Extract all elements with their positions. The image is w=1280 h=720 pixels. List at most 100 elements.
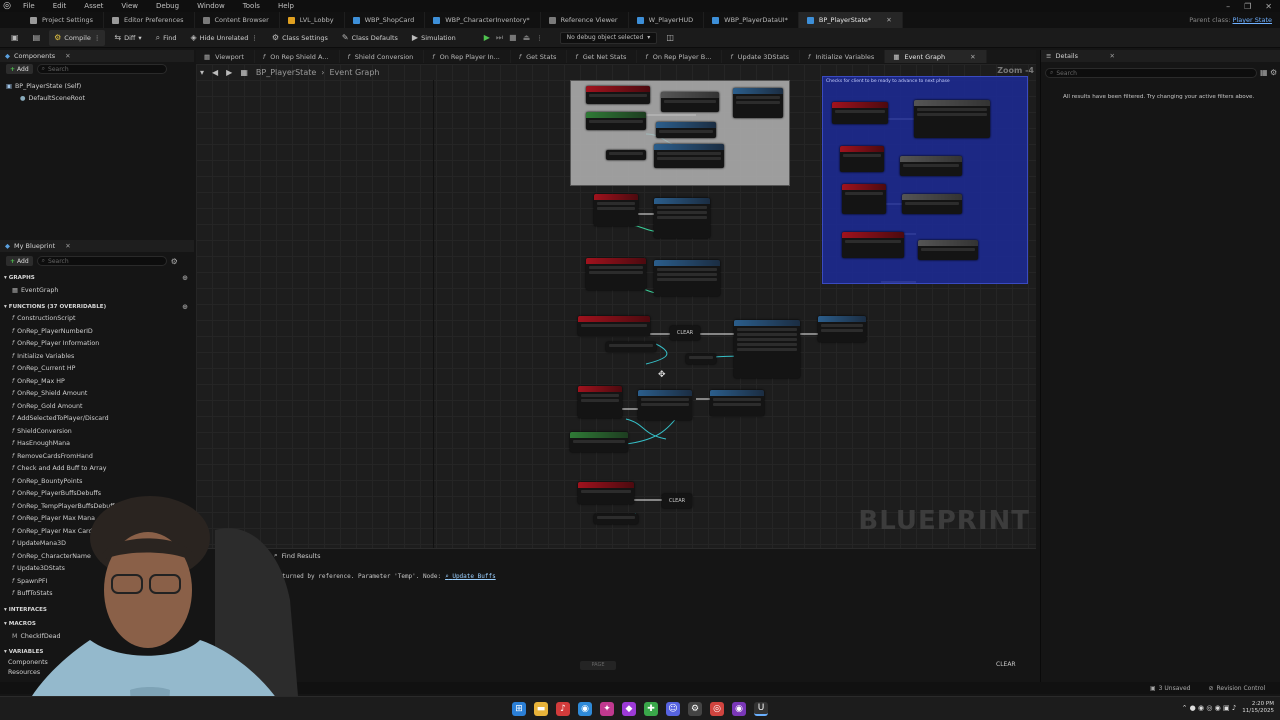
graph-item-eventgraph[interactable]: ▦ EventGraph (12, 287, 58, 294)
revision-control-button[interactable]: ⊘ Revision Control (1208, 685, 1265, 692)
node-clear-array-2[interactable]: CLEAR (662, 494, 692, 508)
node-reset-slot-playable[interactable] (654, 144, 724, 168)
app-icon[interactable]: ♪ (556, 701, 570, 716)
tab-on-rep-player-buffs[interactable]: f On Rep Player B... (637, 50, 723, 63)
debug-filter-button[interactable]: ◫ (661, 30, 679, 46)
unreal-editor-taskbar-icon[interactable]: U (754, 701, 768, 716)
minimize-button[interactable]: – (1226, 2, 1230, 11)
node-event-client-is-ready[interactable] (832, 102, 888, 124)
menu-view[interactable]: View (112, 2, 147, 10)
node-event-remote-client[interactable] (842, 232, 904, 258)
app-icon[interactable]: ⚙ (688, 701, 702, 716)
windows-start-icon[interactable]: ⊞ (512, 701, 526, 716)
add-component-button[interactable]: + Add (6, 64, 33, 74)
node-cast[interactable] (656, 122, 716, 138)
node-update-variables[interactable] (818, 316, 866, 342)
tab-shield-conversion[interactable]: f Shield Conversion (340, 50, 425, 63)
node-set-client-ready[interactable] (914, 100, 990, 138)
tab-viewport[interactable]: ▦ Viewport (196, 50, 255, 63)
stop-icon[interactable]: ■ (509, 33, 517, 42)
tab-update-3dstats[interactable]: f Update 3DStats (722, 50, 801, 63)
debug-object-dropdown[interactable]: No debug object selected ▾ (559, 31, 658, 44)
menu-asset[interactable]: Asset (75, 2, 112, 10)
my-blueprint-search-input[interactable]: ⌕ Search (36, 256, 167, 266)
class-settings-button[interactable]: ⚙ Class Settings (267, 30, 333, 46)
node-temp-buffs-ref[interactable] (686, 354, 716, 364)
menu-tools[interactable]: Tools (234, 2, 269, 10)
tab-event-graph[interactable]: ▦ Event Graph ✕ (885, 50, 987, 63)
menu-window[interactable]: Window (188, 2, 234, 10)
node-event-ready-bounty[interactable] (842, 184, 886, 214)
node-remove-cards-from-hand[interactable] (654, 198, 710, 238)
unreal-logo-icon[interactable]: ◎ (0, 0, 14, 12)
function-item[interactable]: f Initialize Variables (12, 353, 74, 360)
tab-w-playerhud[interactable]: W_PlayerHUD (629, 12, 705, 28)
function-item[interactable]: f ShieldConversion (12, 428, 72, 435)
node-event-is-ready[interactable] (840, 146, 884, 172)
play-icon[interactable]: ▶ (484, 33, 490, 42)
node-get-temp-buffs[interactable] (606, 342, 656, 352)
tab-wbp-playerdataui[interactable]: WBP_PlayerDataUI* (704, 12, 799, 28)
close-tab-icon[interactable]: ✕ (886, 16, 891, 24)
components-search-input[interactable]: ⌕ Search (36, 64, 167, 74)
page-button[interactable]: PAGE (580, 661, 616, 670)
class-defaults-button[interactable]: ✎ Class Defaults (337, 30, 403, 46)
tab-project-settings[interactable]: Project Settings (0, 12, 104, 28)
function-item[interactable]: f OnRep_Shield Amount (12, 390, 87, 397)
browser-icon[interactable]: ◉ (578, 701, 592, 716)
tab-bp-playerstate[interactable]: BP_PlayerState* ✕ (798, 12, 903, 28)
node-set-members[interactable] (734, 320, 800, 378)
menu-debug[interactable]: Debug (147, 2, 188, 10)
function-item[interactable]: f OnRep_Max HP (12, 378, 65, 385)
node-get-card-widget[interactable] (570, 432, 628, 452)
browse-button[interactable]: ▤ (28, 30, 46, 46)
property-matrix-icon[interactable]: ▦ (1260, 68, 1268, 77)
simulation-button[interactable]: ▶ Simulation (407, 30, 461, 46)
node-get-local-player[interactable] (586, 112, 646, 130)
function-item[interactable]: f OnRep_Player Information (12, 340, 99, 347)
tab-wbp-shopcard[interactable]: WBP_ShopCard (345, 12, 426, 28)
eject-icon[interactable]: ⏏ (523, 33, 531, 42)
graphs-section-header[interactable]: ▾ GRAPHS ⊕ (4, 273, 188, 283)
hide-unrelated-button[interactable]: ◈ Hide Unrelated ⋮ (185, 30, 262, 46)
node-reroute[interactable] (606, 150, 646, 160)
function-item[interactable]: f ConstructionScript (12, 315, 75, 322)
clock[interactable]: 2:20 PM 11/15/2025 (1242, 701, 1274, 715)
node-update-selected-cards[interactable] (638, 390, 692, 420)
diff-button[interactable]: ⇆ Diff ▾ (109, 30, 146, 46)
node-event-clear-played-cards[interactable] (578, 482, 634, 504)
find-results-link[interactable]: ⌕ Update Buffs (445, 573, 496, 580)
maximize-button[interactable]: ❐ (1244, 2, 1251, 11)
node-set-ready-for-bounty[interactable] (902, 194, 962, 214)
node-set-ready-for-combat[interactable] (900, 156, 962, 176)
tab-get-stats[interactable]: f Get Stats (511, 50, 568, 63)
add-member-button[interactable]: + Add (6, 256, 33, 266)
app-icon[interactable]: ◉ (732, 701, 746, 716)
node-get-player[interactable] (661, 92, 719, 112)
close-panel-icon[interactable]: ✕ (65, 52, 70, 60)
app-icon[interactable]: ☺ (666, 701, 680, 716)
functions-section-header[interactable]: ▾ FUNCTIONS (37 OVERRIDABLE) ⊕ (4, 302, 188, 312)
tray-icons[interactable]: ⌃ ● ◉ ◎ ◉ ▣ ♪ (1182, 704, 1237, 712)
function-item[interactable]: f HasEnoughMana (12, 440, 70, 447)
node-set-ready-for-next[interactable] (918, 240, 978, 260)
more-icon[interactable]: ⋮ (251, 34, 258, 42)
node-event-remove-cards[interactable] (594, 194, 638, 226)
tab-lvl-lobby[interactable]: LVL_Lobby (280, 12, 345, 28)
menu-help[interactable]: Help (269, 2, 303, 10)
skip-icon[interactable]: ⏭ (496, 33, 503, 43)
menu-file[interactable]: File (14, 2, 44, 10)
function-item[interactable]: f AddSelectedToPlayer/Discard (12, 415, 109, 422)
add-graph-icon[interactable]: ⊕ (182, 274, 188, 282)
tab-initialize-variables[interactable]: f Initialize Variables (800, 50, 886, 63)
node-update-player-turn[interactable] (733, 88, 783, 118)
find-button[interactable]: ⌕ Find (151, 30, 182, 46)
component-default-scene-root[interactable]: ● DefaultSceneRoot (20, 95, 85, 102)
node-clear-array-1[interactable]: CLEAR (670, 326, 700, 340)
tab-on-rep-shield[interactable]: f On Rep Shield A... (255, 50, 340, 63)
clear-results-button[interactable]: CLEAR (996, 661, 1016, 668)
function-item[interactable]: f OnRep_BountyPoints (12, 478, 82, 485)
save-button[interactable]: ▣ (6, 30, 24, 46)
details-search-input[interactable]: ⌕ Search (1045, 68, 1257, 78)
file-explorer-icon[interactable]: ▬ (534, 701, 548, 716)
